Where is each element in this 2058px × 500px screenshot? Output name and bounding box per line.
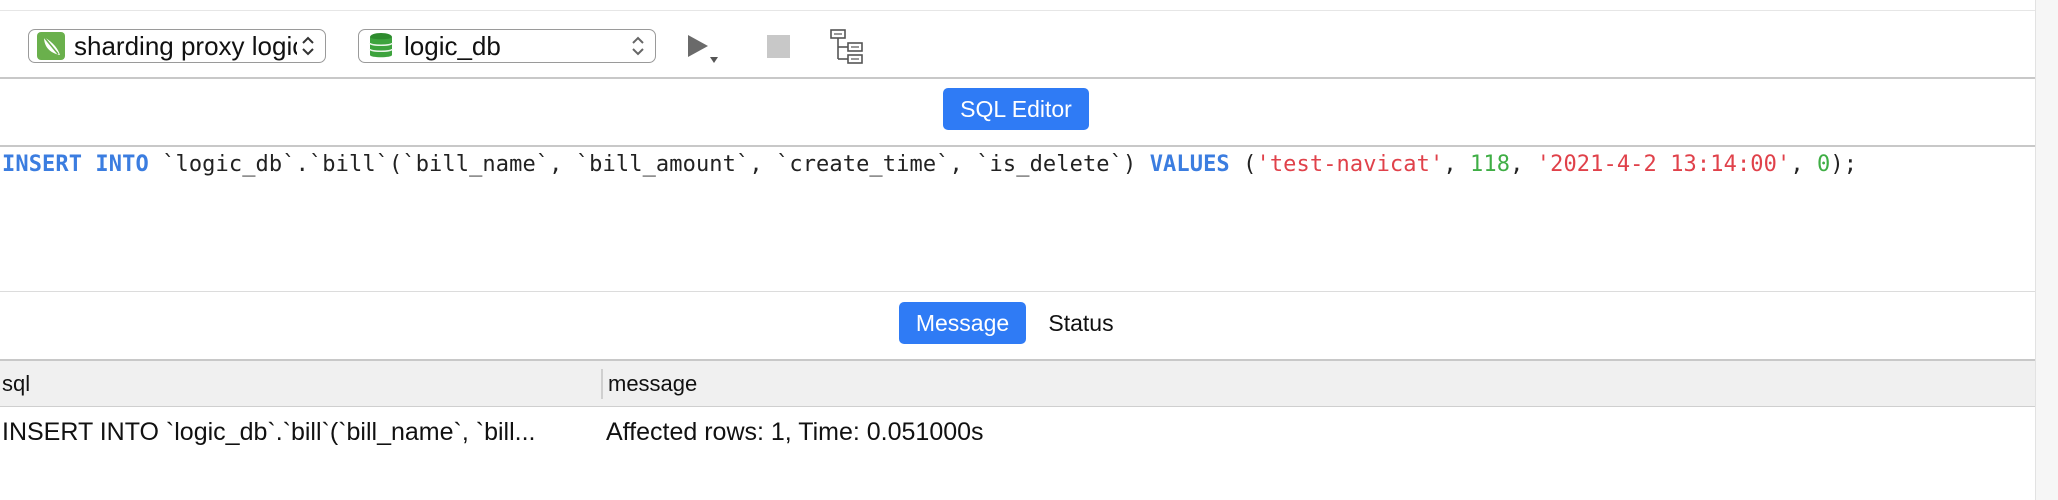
- query-pane: sharding proxy logic logic_db SQL Editor…: [0, 0, 2035, 500]
- query-toolbar: sharding proxy logic logic_db: [0, 11, 2035, 77]
- tab-message[interactable]: Message: [899, 302, 1026, 344]
- sql-token: ,: [1443, 152, 1471, 177]
- sql-token: 'test-navicat': [1256, 152, 1444, 177]
- stop-icon: [767, 35, 790, 58]
- database-icon: [369, 33, 393, 58]
- column-header-sql[interactable]: sql: [2, 361, 30, 407]
- sql-token: 0: [1817, 152, 1831, 177]
- explain-button[interactable]: [826, 25, 870, 69]
- window-edge: [2035, 0, 2058, 500]
- column-header-message[interactable]: message: [608, 361, 697, 407]
- select-arrows-icon: [297, 31, 319, 61]
- play-icon: [688, 35, 718, 63]
- result-tab-bar: Message Status: [0, 292, 2035, 359]
- sql-token: ,: [1510, 152, 1537, 177]
- sql-token: 118: [1470, 152, 1511, 177]
- stop-button[interactable]: [756, 25, 800, 69]
- editor-tab-bar: SQL Editor: [0, 79, 2035, 145]
- database-select[interactable]: logic_db: [358, 29, 656, 63]
- run-button[interactable]: [680, 25, 724, 69]
- results-grid: INSERT INTO `logic_db`.`bill`(`bill_name…: [0, 407, 2035, 500]
- results-grid-header: sql message: [0, 361, 2035, 407]
- sql-token: ,: [1790, 152, 1818, 177]
- tab-sql-editor[interactable]: SQL Editor: [943, 88, 1089, 130]
- tab-status[interactable]: Status: [1036, 302, 1126, 344]
- database-select-label: logic_db: [404, 31, 501, 61]
- explain-tree-icon: [830, 29, 863, 64]
- cell-message[interactable]: Affected rows: 1, Time: 0.051000s: [606, 413, 1506, 451]
- sql-token: INSERT INTO: [2, 152, 149, 177]
- sql-query-window: sharding proxy logic logic_db SQL Editor…: [0, 0, 2058, 500]
- sql-token: '2021-4-2 13:14:00': [1536, 152, 1791, 177]
- sql-token: (: [1229, 152, 1257, 177]
- sql-editor[interactable]: INSERT INTO `logic_db`.`bill`(`bill_name…: [0, 147, 2035, 291]
- cell-sql[interactable]: INSERT INTO `logic_db`.`bill`(`bill_name…: [2, 413, 592, 451]
- sql-token: );: [1830, 152, 1858, 177]
- column-resize-handle[interactable]: [601, 369, 603, 399]
- connection-leaf-icon: [37, 32, 65, 60]
- connection-select[interactable]: sharding proxy logic: [28, 29, 326, 63]
- connection-select-label: sharding proxy logic: [74, 31, 297, 61]
- sql-token: VALUES: [1149, 152, 1230, 177]
- select-arrows-icon: [627, 31, 649, 61]
- sql-code-line: INSERT INTO `logic_db`.`bill`(`bill_name…: [2, 152, 1857, 177]
- sql-token: `logic_db`.`bill`(`bill_name`, `bill_amo…: [148, 152, 1150, 177]
